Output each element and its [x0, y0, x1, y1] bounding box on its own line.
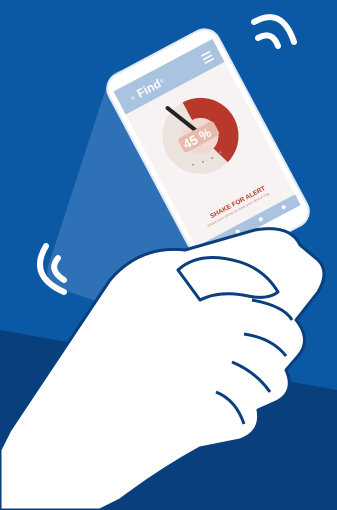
illustration-scene: « Find it 45 % SHAKE FOR ALERT Shake you… — [0, 0, 337, 510]
illustration-canvas: « Find it 45 % SHAKE FOR ALERT Shake you… — [0, 0, 337, 510]
